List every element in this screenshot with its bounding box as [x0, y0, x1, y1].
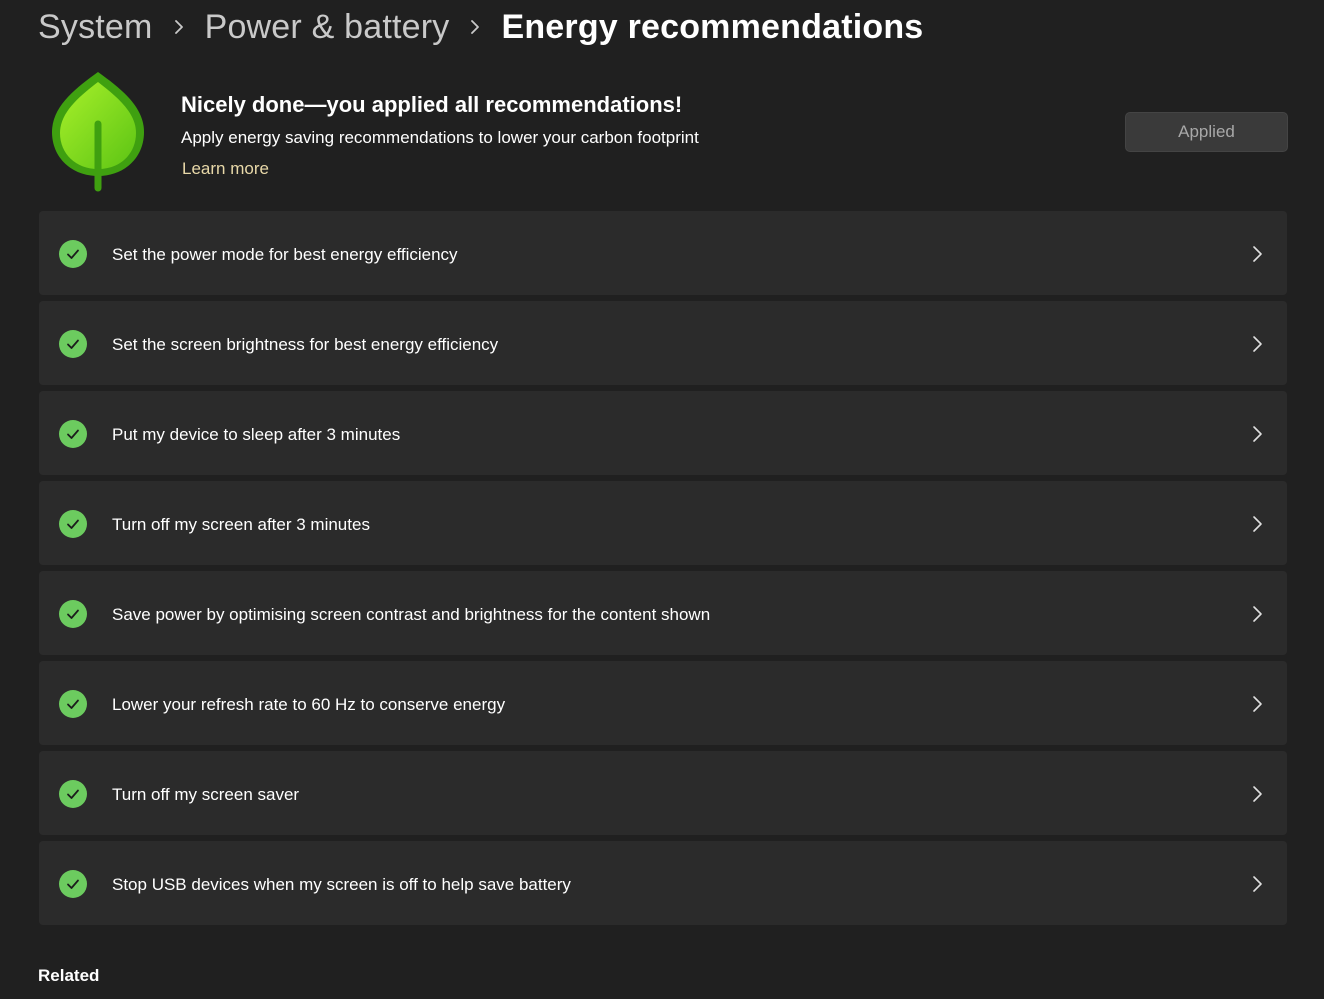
check-circle-icon [59, 600, 87, 628]
chevron-right-icon [1253, 696, 1262, 712]
recommendation-label: Save power by optimising screen contrast… [112, 605, 711, 624]
recommendation-turn-off-my-screen-saver[interactable]: Turn off my screen saver [39, 751, 1287, 835]
recommendation-set-the-power-mode-for[interactable]: Set the power mode for best energy effic… [39, 211, 1287, 295]
check-circle-icon [59, 240, 87, 268]
related-heading: Related [38, 966, 100, 985]
recommendation-label: Put my device to sleep after 3 minutes [112, 425, 401, 444]
chevron-right-icon [1253, 516, 1262, 532]
recommendation-set-the-screen-brightness-for[interactable]: Set the screen brightness for best energ… [39, 301, 1287, 385]
settings-page: System Power & battery Energy recommenda… [0, 0, 1324, 999]
chevron-right-icon [449, 4, 501, 50]
chevron-right-icon [1253, 876, 1262, 892]
page-title: Energy recommendations [501, 7, 924, 46]
check-circle-icon [59, 690, 87, 718]
recommendation-stop-usb-devices-when-my[interactable]: Stop USB devices when my screen is off t… [39, 841, 1287, 925]
chevron-right-icon [1253, 786, 1262, 802]
learn-more-link[interactable]: Learn more [182, 159, 269, 179]
breadcrumb: System Power & battery Energy recommenda… [38, 4, 923, 50]
recommendation-label: Set the screen brightness for best energ… [112, 335, 499, 354]
leaf-icon [52, 72, 144, 192]
chevron-right-icon [1253, 606, 1262, 622]
check-circle-icon [59, 510, 87, 538]
check-circle-icon [59, 870, 87, 898]
chevron-right-icon [1253, 246, 1262, 262]
chevron-right-icon [1253, 426, 1262, 442]
recommendations-list: Set the power mode for best energy effic… [39, 211, 1287, 931]
check-circle-icon [59, 420, 87, 448]
applied-button[interactable]: Applied [1125, 112, 1288, 152]
recommendation-label: Turn off my screen after 3 minutes [112, 515, 370, 534]
breadcrumb-power-battery[interactable]: Power & battery [205, 8, 450, 47]
check-circle-icon [59, 780, 87, 808]
recommendation-label: Set the power mode for best energy effic… [112, 245, 458, 264]
recommendation-save-power-by-optimising-screen[interactable]: Save power by optimising screen contrast… [39, 571, 1287, 655]
chevron-right-icon [1253, 336, 1262, 352]
banner-subtitle: Apply energy saving recommendations to l… [181, 128, 699, 147]
breadcrumb-system[interactable]: System [38, 8, 153, 47]
recommendation-label: Stop USB devices when my screen is off t… [112, 875, 571, 894]
recommendation-label: Lower your refresh rate to 60 Hz to cons… [112, 695, 506, 714]
recommendation-label: Turn off my screen saver [112, 785, 300, 804]
recommendation-turn-off-my-screen-after[interactable]: Turn off my screen after 3 minutes [39, 481, 1287, 565]
recommendation-put-my-device-to-sleep[interactable]: Put my device to sleep after 3 minutes [39, 391, 1287, 475]
recommendation-lower-your-refresh-rate-to[interactable]: Lower your refresh rate to 60 Hz to cons… [39, 661, 1287, 745]
check-circle-icon [59, 330, 87, 358]
banner-title: Nicely done—you applied all recommendati… [181, 92, 683, 117]
recommendations-banner: Nicely done—you applied all recommendati… [38, 66, 1288, 200]
chevron-right-icon [153, 4, 205, 50]
